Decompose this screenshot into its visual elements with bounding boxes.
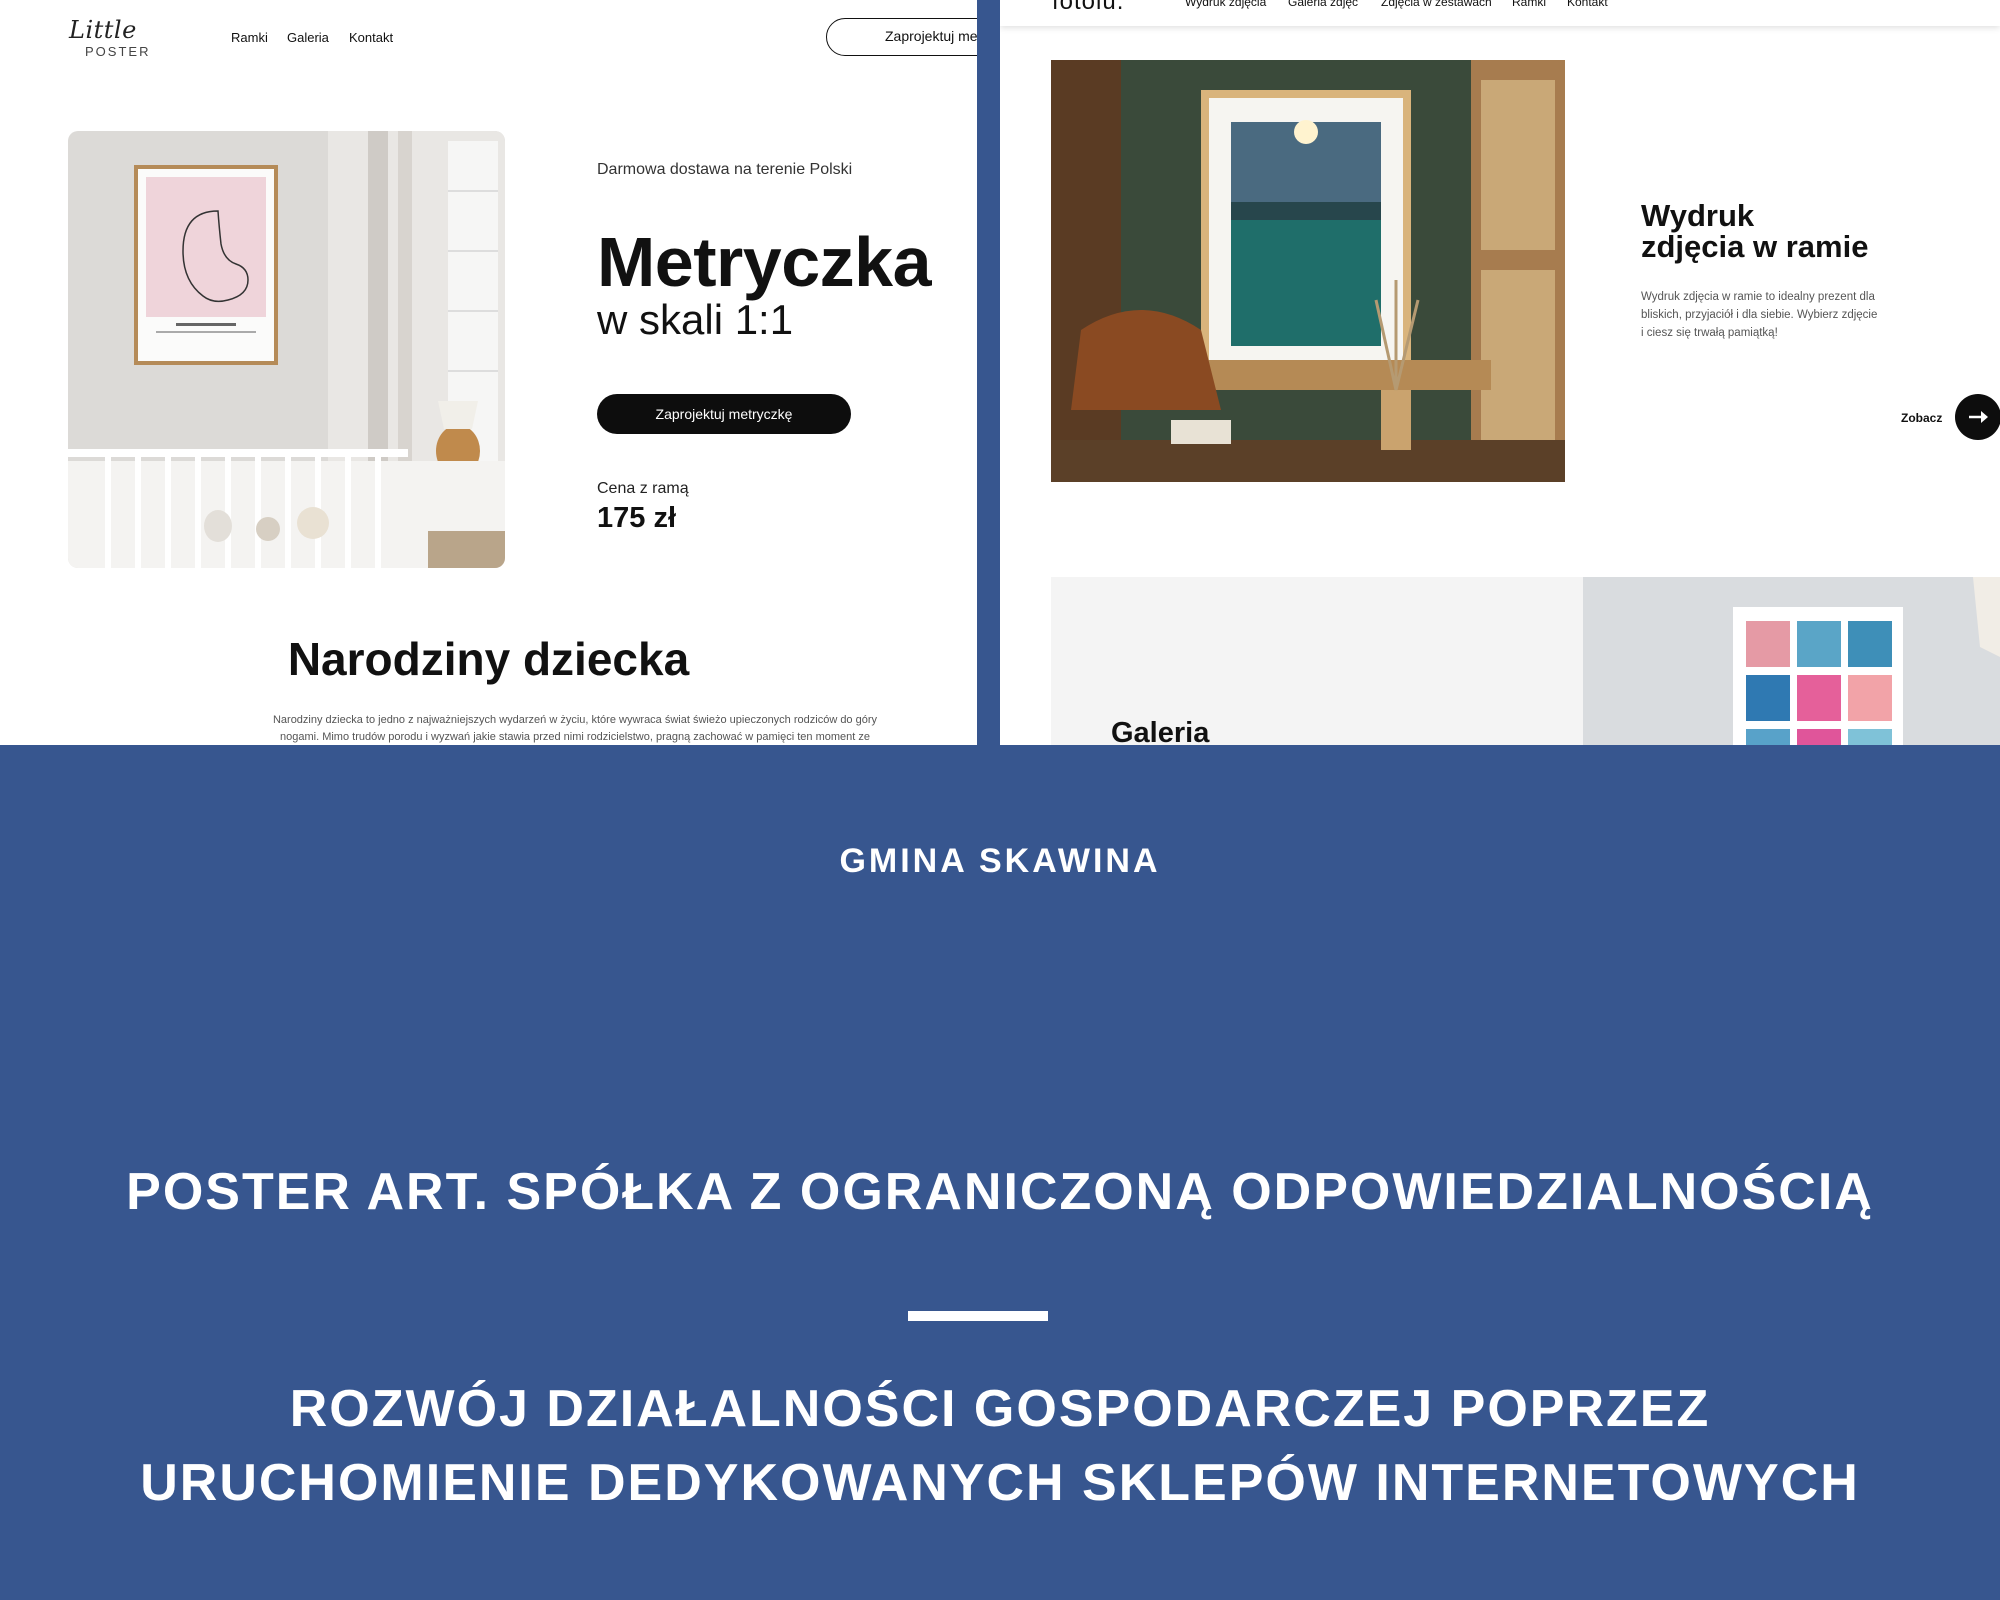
nav-link-wydruk-zdjecia[interactable]: Wydruk zdjęcia <box>1185 0 1266 9</box>
gallery-collage-photo <box>1583 577 2000 745</box>
little-poster-logo[interactable]: Little POSTER <box>69 16 159 62</box>
nursery-poster-photo <box>68 131 505 568</box>
logo-script-text: Little <box>69 16 137 44</box>
project-title-line-2: URUCHOMIENIE DEDYKOWANYCH SKLEPÓW INTERN… <box>140 1454 1860 1512</box>
nav-link-ramki[interactable]: Ramki <box>1512 0 1546 9</box>
nav-link-galeria[interactable]: Galeria <box>287 30 329 45</box>
see-more-link[interactable]: Zobacz <box>1901 411 1942 425</box>
nav-link-kontakt[interactable]: Kontakt <box>349 30 393 45</box>
feature-title-line-1: Wydruk <box>1641 198 1755 233</box>
feature-title-line-2: zdjęcia w ramie <box>1641 229 1869 264</box>
company-name: POSTER ART. SPÓŁKA Z OGRANICZONĄ ODPOWIE… <box>126 1163 1874 1221</box>
logo-caps-text: POSTER <box>85 44 151 59</box>
header-design-button[interactable]: Zaprojektuj me <box>826 18 977 56</box>
fotolu-logo[interactable]: fotolu. <box>1052 0 1124 16</box>
feature-description: Wydruk zdjęcia w ramie to idealny prezen… <box>1641 291 1878 339</box>
fotolu-header <box>1000 0 2000 26</box>
title-divider <box>908 1311 1048 1321</box>
nav-link-zdjecia-w-zestawach[interactable]: Zdjęcia w zestawach <box>1381 0 1492 9</box>
gallery-title: Galeria <box>1111 717 1210 745</box>
fotolu-screenshot: fotolu. Wydruk zdjęcia Galeria zdjęć Zdj… <box>1000 0 2000 745</box>
design-metryczka-button[interactable]: Zaprojektuj metryczkę <box>597 394 851 434</box>
arrow-right-button[interactable] <box>1955 394 2000 440</box>
collage-illustration <box>1583 577 2000 745</box>
nav-link-kontakt[interactable]: Kontakt <box>1567 0 1608 9</box>
project-title: ROZWÓJ DZIAŁALNOŚCI GOSPODARCZEJ POPRZEZ… <box>0 1372 2000 1520</box>
section-title: Narodziny dziecka <box>287 633 690 685</box>
municipality-label: GMINA SKAWINA <box>839 842 1161 880</box>
feature-title: Wydruk zdjęcia w ramie <box>1641 200 1868 262</box>
screenshot-separator <box>977 0 1000 745</box>
project-title-line-1: ROZWÓJ DZIAŁALNOŚCI GOSPODARCZEJ POPRZEZ <box>289 1380 1711 1438</box>
framed-photo-interior <box>1051 60 1565 482</box>
section-paragraph: Narodziny dziecka to jedno z najważniejs… <box>272 714 878 743</box>
price-label: Cena z ramą <box>597 480 689 497</box>
nursery-illustration <box>68 131 505 568</box>
interior-illustration <box>1051 60 1565 482</box>
hero-title: Metryczka <box>597 223 932 301</box>
delivery-note: Darmowa dostawa na terenie Polski <box>597 161 853 178</box>
little-poster-screenshot: Little POSTER Ramki Galeria Kontakt Zapr… <box>0 0 977 745</box>
arrow-right-icon <box>1969 411 1988 423</box>
nav-link-ramki[interactable]: Ramki <box>231 30 268 45</box>
nav-link-galeria-zdjec[interactable]: Galeria zdjęć <box>1288 0 1358 9</box>
price-value: 175 zł <box>597 502 676 534</box>
hero-subtitle: w skali 1:1 <box>597 296 794 343</box>
